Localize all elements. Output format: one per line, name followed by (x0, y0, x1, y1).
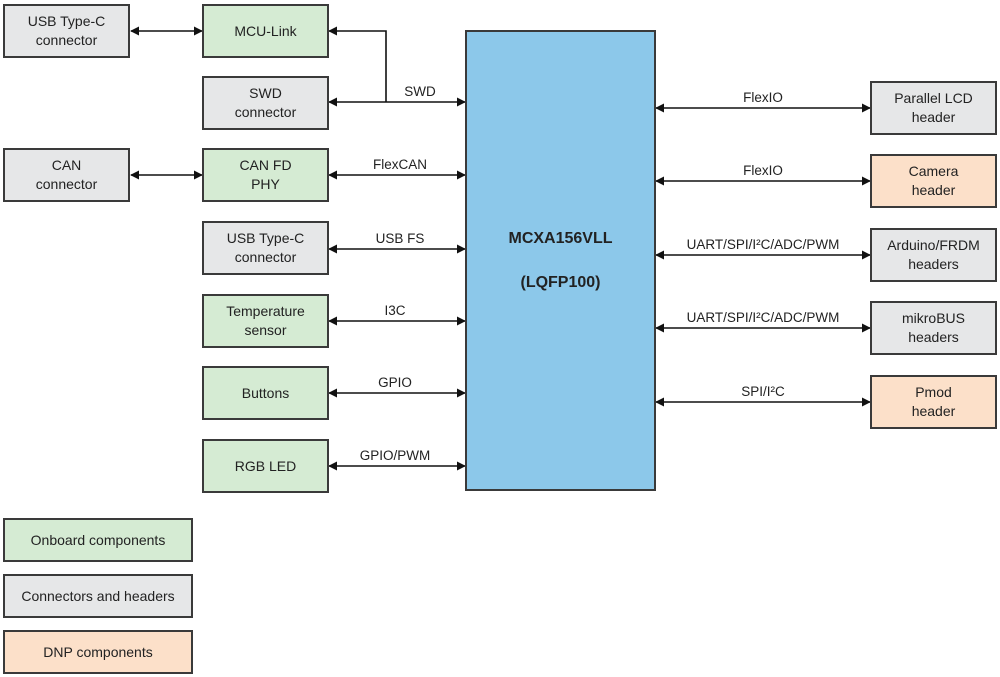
link-label-gpio-pwm: GPIO/PWM (359, 448, 431, 463)
can-connector-block: CAN connector (3, 148, 130, 202)
rgb-led-block: RGB LED (202, 439, 329, 493)
link-label-gpio: GPIO (378, 375, 412, 390)
link-label-flexio-camera: FlexIO (743, 163, 783, 178)
legend-connectors: Connectors and headers (3, 574, 193, 618)
mcu-part-number: MCXA156VLL (508, 229, 613, 247)
camera-header-block: Camera header (870, 154, 997, 208)
link-label-swd: SWD (404, 84, 436, 99)
link-label-flexcan: FlexCAN (372, 157, 427, 172)
buttons-block: Buttons (202, 366, 329, 420)
link-label-arduino: UART/SPI/I²C/ADC/PWM (686, 237, 840, 252)
link-label-flexio-lcd: FlexIO (743, 90, 783, 105)
temperature-sensor-block: Temperature sensor (202, 294, 329, 348)
link-label-mikrobus: UART/SPI/I²C/ADC/PWM (686, 310, 840, 325)
legend-onboard: Onboard components (3, 518, 193, 562)
link-label-usbfs: USB FS (375, 231, 425, 246)
usb-typec-connector-debug-block: USB Type-C connector (3, 4, 130, 58)
parallel-lcd-header-block: Parallel LCD header (870, 81, 997, 135)
mcu-block: MCXA156VLL (LQFP100) (465, 30, 656, 491)
pmod-header-block: Pmod header (870, 375, 997, 429)
mcu-package: (LQFP100) (520, 273, 601, 291)
swd-connector-block: SWD connector (202, 76, 329, 130)
legend-dnp: DNP components (3, 630, 193, 674)
mikrobus-headers-block: mikroBUS headers (870, 301, 997, 355)
usb-typec-connector-block: USB Type-C connector (202, 221, 329, 275)
link-label-pmod: SPI/I²C (741, 384, 785, 399)
arrow-mculink-swd (328, 26, 387, 102)
link-label-i3c: I3C (384, 303, 406, 318)
arduino-frdm-headers-block: Arduino/FRDM headers (870, 228, 997, 282)
can-fd-phy-block: CAN FD PHY (202, 148, 329, 202)
mcu-link-block: MCU-Link (202, 4, 329, 58)
